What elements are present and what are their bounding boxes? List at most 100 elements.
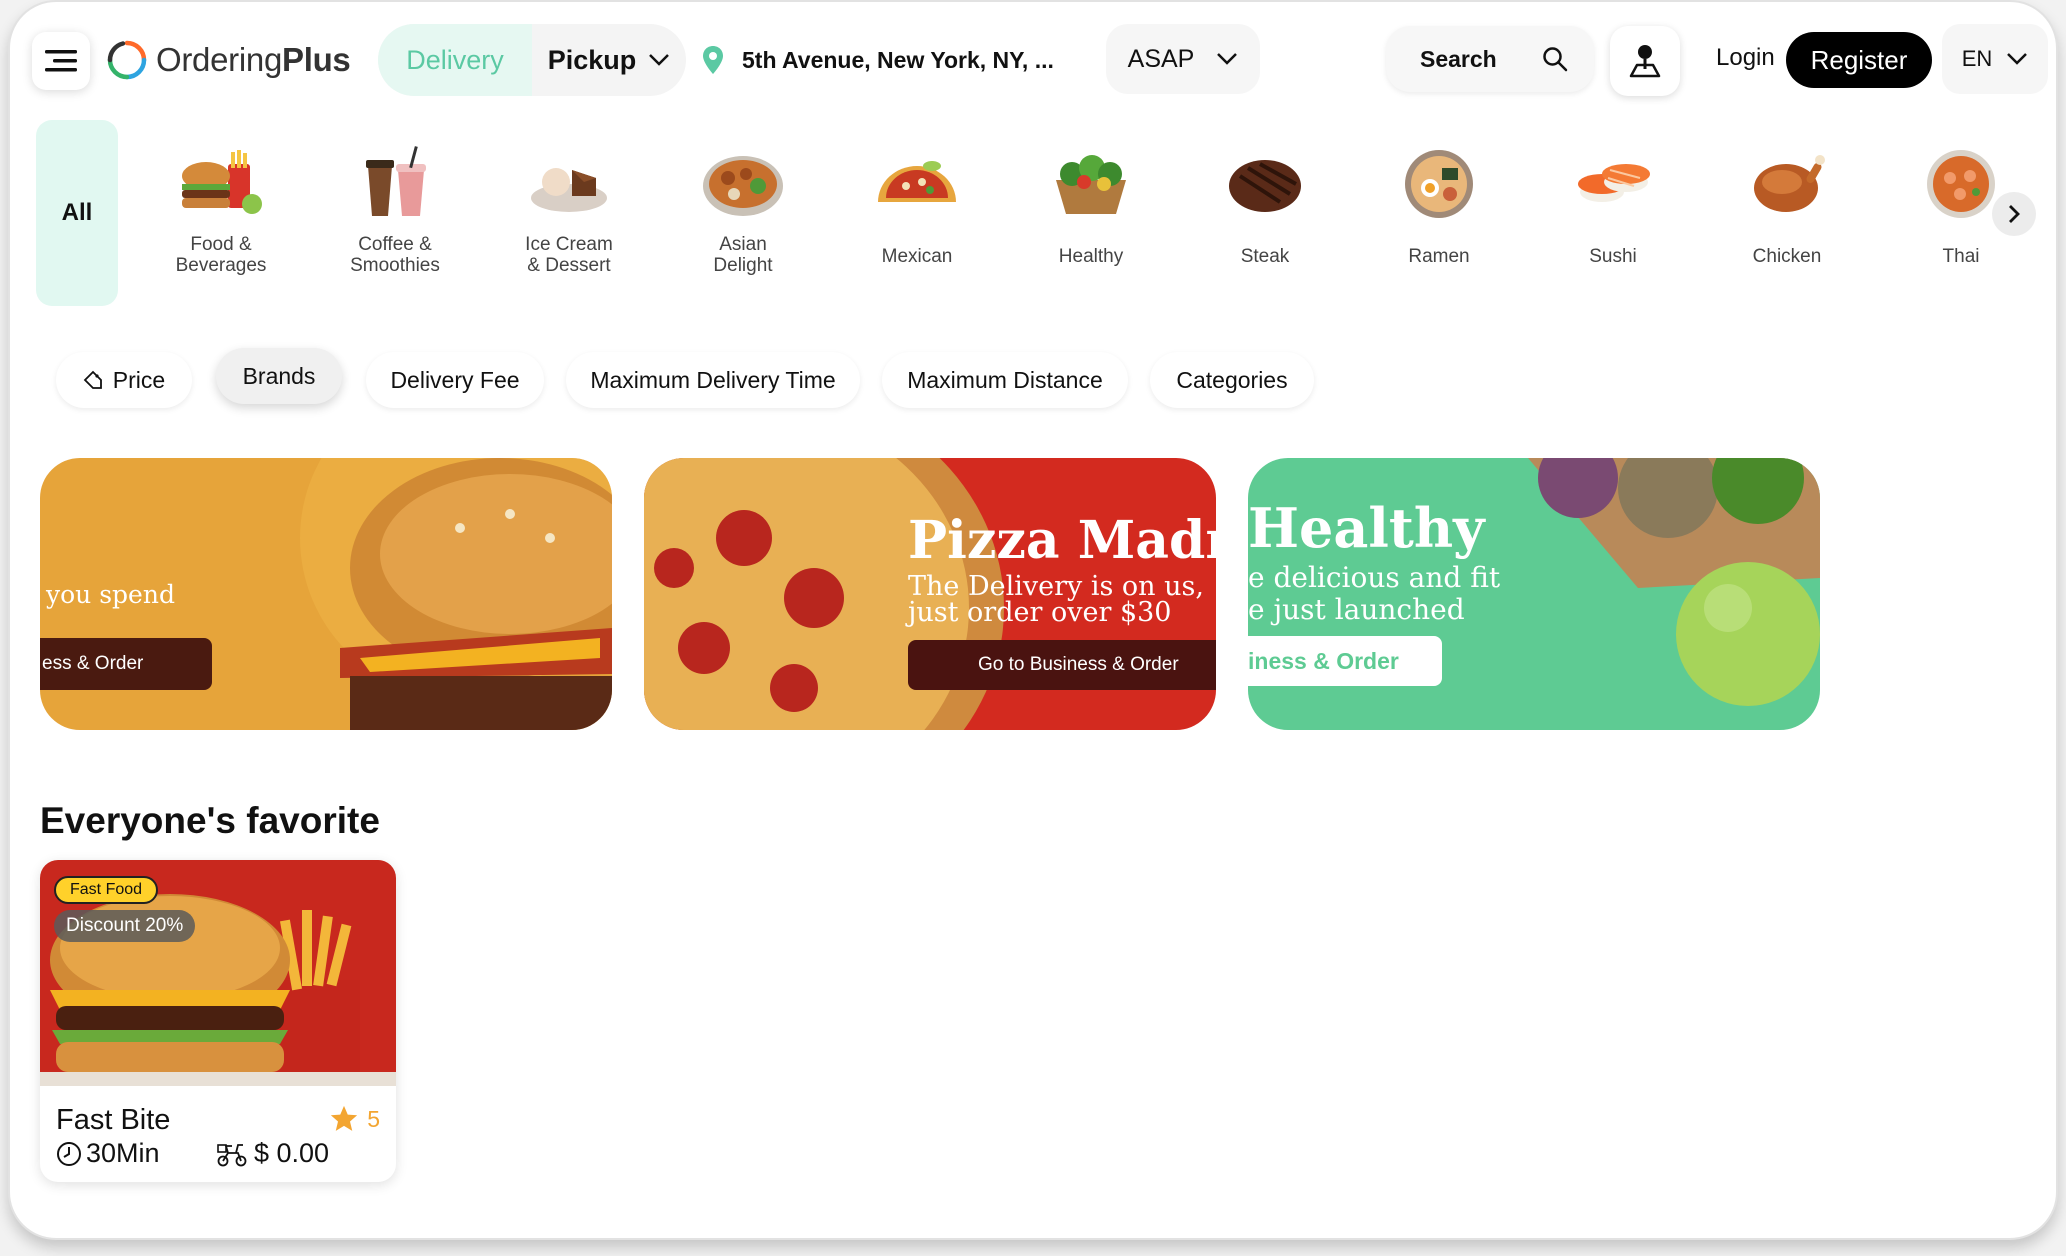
- category-sushi[interactable]: Sushi: [1538, 132, 1688, 267]
- filter-label: Delivery Fee: [390, 366, 520, 393]
- filter-label: Price: [112, 366, 166, 393]
- section-title: Everyone's favorite: [40, 800, 380, 841]
- rice-bowl-icon: [693, 132, 793, 232]
- category-label: Mexican: [881, 246, 953, 267]
- filter-categories[interactable]: Categories: [1150, 352, 1314, 408]
- login-link[interactable]: Login: [1716, 44, 1775, 72]
- user-location-button[interactable]: [1610, 26, 1680, 96]
- category-steak[interactable]: Steak: [1190, 132, 1340, 267]
- discount-badge: Discount 20%: [54, 910, 196, 942]
- language-selector[interactable]: EN: [1942, 24, 2048, 94]
- category-label: Steak: [1240, 246, 1290, 267]
- category-mexican[interactable]: Mexican: [842, 132, 992, 267]
- category-label: Ramen: [1408, 246, 1470, 267]
- category-all[interactable]: All: [36, 120, 118, 306]
- hamburger-icon: [45, 50, 77, 72]
- chevron-down-icon: [649, 54, 670, 66]
- location-pin-icon: [703, 46, 723, 74]
- categories-next-button[interactable]: [1992, 192, 2036, 236]
- banner-subtitle-line2: just order over $30: [908, 597, 1172, 628]
- search-icon: [1543, 47, 1568, 72]
- filter-max-distance[interactable]: Maximum Distance: [882, 352, 1128, 408]
- category-coffee-smoothies[interactable]: Coffee & Smoothies: [320, 132, 470, 276]
- category-chicken[interactable]: Chicken: [1712, 132, 1862, 267]
- banner-order-button[interactable]: Go to Business & Order: [908, 640, 1216, 690]
- filter-label: Maximum Distance: [907, 366, 1103, 393]
- banner-order-button[interactable]: iness & Order: [1248, 636, 1442, 686]
- tag-icon: [83, 370, 102, 389]
- banner-subtitle: you spend: [46, 580, 175, 609]
- filter-brands[interactable]: Brands: [216, 348, 342, 404]
- delivery-fee: $ 0.00: [216, 1138, 329, 1169]
- clock-icon: [57, 1141, 81, 1166]
- chevron-down-icon: [2007, 53, 2028, 65]
- rating-value: 5: [367, 1105, 380, 1132]
- burger-combo-icon: [171, 132, 271, 232]
- drinks-icon: [345, 132, 445, 232]
- address-text: 5th Avenue, New York, NY, ...: [742, 46, 1054, 73]
- chevron-down-icon: [1217, 53, 1238, 65]
- category-healthy[interactable]: Healthy: [1016, 132, 1166, 267]
- delivery-time-label: ASAP: [1127, 44, 1195, 73]
- chevron-right-icon: [2009, 205, 2020, 223]
- filter-price[interactable]: Price: [56, 352, 192, 408]
- scooter-icon: [217, 1143, 247, 1166]
- category-food-beverages[interactable]: Food & Beverages: [146, 132, 296, 276]
- search-label: Search: [1420, 45, 1497, 72]
- sushi-icon: [1563, 132, 1663, 232]
- business-tag: Fast Food: [54, 876, 159, 904]
- delivery-option[interactable]: Delivery: [378, 24, 532, 96]
- banner-subtitle: The Delivery is on us, just order over $…: [908, 573, 1204, 628]
- filter-max-delivery-time[interactable]: Maximum Delivery Time: [566, 352, 860, 408]
- pickup-option[interactable]: Pickup: [532, 24, 686, 96]
- category-label: Healthy: [1058, 246, 1124, 267]
- dessert-icon: [519, 132, 619, 232]
- banner-title: Healthy: [1248, 496, 1485, 560]
- banner-order-button[interactable]: ess & Order: [40, 638, 212, 690]
- banner-title: Pizza Madn: [908, 510, 1216, 571]
- ramen-icon: [1389, 132, 1489, 232]
- filter-delivery-fee[interactable]: Delivery Fee: [366, 352, 544, 408]
- banner-subtitle-line1: e delicious and fit: [1248, 561, 1501, 594]
- star-icon: [331, 1105, 358, 1131]
- category-label: Food & Beverages: [175, 234, 267, 276]
- filter-label: Brands: [242, 362, 316, 389]
- search-button[interactable]: Search: [1386, 26, 1594, 92]
- promo-banner-healthy[interactable]: Healthy e delicious and fit e just launc…: [1248, 458, 1820, 730]
- menu-button[interactable]: [32, 32, 90, 90]
- address-selector[interactable]: 5th Avenue, New York, NY, ...: [702, 40, 1054, 80]
- filter-label: Maximum Delivery Time: [590, 366, 836, 393]
- business-name: Fast Bite: [56, 1104, 171, 1136]
- pickup-label: Pickup: [547, 44, 637, 75]
- app-window: OrderingPlus Delivery Pickup 5th Avenue,…: [8, 0, 2058, 1240]
- delivery-time-value: 30Min: [86, 1138, 160, 1168]
- category-label: Asian Delight: [713, 234, 773, 276]
- banner-subtitle-line2: e just launched: [1248, 593, 1465, 626]
- category-label: Sushi: [1589, 246, 1637, 267]
- category-ice-cream-dessert[interactable]: Ice Cream & Dessert: [494, 132, 644, 276]
- logo-icon: [107, 40, 147, 80]
- logo-text: OrderingPlus: [156, 41, 351, 78]
- category-label: Ice Cream & Dessert: [525, 234, 613, 276]
- register-button[interactable]: Register: [1786, 32, 1932, 88]
- chicken-icon: [1737, 132, 1837, 232]
- category-ramen[interactable]: Ramen: [1364, 132, 1514, 267]
- category-label: Thai: [1942, 246, 1980, 267]
- category-label: Coffee & Smoothies: [350, 234, 440, 276]
- language-label: EN: [1961, 46, 1993, 71]
- steak-icon: [1215, 132, 1315, 232]
- promo-banner-pizza[interactable]: Pizza Madn The Delivery is on us, just o…: [644, 458, 1216, 730]
- category-label: Chicken: [1752, 246, 1822, 267]
- delivery-time: 30Min: [56, 1138, 160, 1169]
- promo-banner-burger[interactable]: you spend ess & Order: [40, 458, 612, 730]
- category-asian-delight[interactable]: Asian Delight: [668, 132, 818, 276]
- user-pin-icon: [1629, 45, 1661, 78]
- business-rating: 5: [329, 1104, 380, 1134]
- banner-subtitle: e delicious and fit e just launched: [1248, 562, 1500, 626]
- logo[interactable]: OrderingPlus: [106, 36, 351, 84]
- taco-icon: [867, 132, 967, 232]
- business-card[interactable]: Fast Food Discount 20% Fast Bite 5 30Min: [40, 860, 396, 1182]
- delivery-time-selector[interactable]: ASAP: [1106, 24, 1260, 94]
- business-image: Fast Food Discount 20%: [40, 860, 396, 1086]
- filter-label: Categories: [1176, 366, 1288, 393]
